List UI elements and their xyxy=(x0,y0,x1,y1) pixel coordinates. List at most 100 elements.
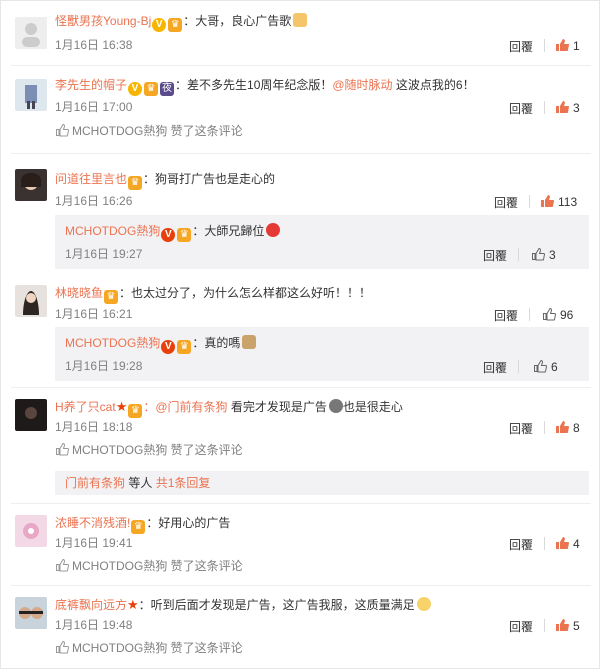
comment-content: 看完才发现是广告 xyxy=(227,400,327,414)
thumbs-up-outline-icon xyxy=(534,359,547,373)
smiling-emoji-icon xyxy=(416,597,431,611)
username[interactable]: 林晓晓鱼 xyxy=(55,286,103,300)
comment-content: ：大哥，良心广告歌 xyxy=(183,14,292,28)
like-button[interactable]: 113 xyxy=(540,194,577,209)
member-icon: ♛ xyxy=(168,18,183,32)
nested-reply: MCHOTDOG熱狗 V ♛ ：真的嗎 1月16日 19:28 回覆 6 xyxy=(55,327,589,381)
member-icon: ♛ xyxy=(177,340,192,354)
comment-time: 1月16日 16:26 xyxy=(55,194,133,208)
author-liked: MCHOTDOG熱狗 赞了这条评论 xyxy=(55,122,243,139)
divider xyxy=(529,195,530,208)
like-button[interactable]: 96 xyxy=(542,307,573,322)
comment-text: 底裤飘向远方★：听到后面才发现是广告，这广告我服，这质量满足 xyxy=(55,597,431,613)
liked-by-text: MCHOTDOG熱狗 赞了这条评论 xyxy=(72,443,243,457)
username[interactable]: 问道往里言也 xyxy=(55,172,127,186)
comment-item: 怪獸男孩Young-Bj V ♛ ：大哥，良心广告歌 1月16日 16:38 回覆 1 xyxy=(11,9,591,57)
username[interactable]: 门前有条狗 xyxy=(65,476,125,490)
username[interactable]: 李先生的帽子 xyxy=(55,78,127,92)
comment-time: 1月16日 19:27 xyxy=(65,247,143,261)
mention-link[interactable]: @随时脉动 xyxy=(332,78,392,92)
like-button[interactable]: 8 xyxy=(555,420,580,435)
comment-content: ：好用心的广告 xyxy=(146,516,231,530)
username[interactable]: MCHOTDOG熱狗 xyxy=(65,336,160,350)
verified-icon: V xyxy=(161,228,176,242)
more-replies-link[interactable]: 共1条回复 xyxy=(156,476,211,490)
reply-button[interactable]: 回覆 xyxy=(494,194,518,211)
member-icon: ♛ xyxy=(177,228,192,242)
thumbs-up-outline-icon xyxy=(56,123,69,137)
member-icon: ♛ xyxy=(144,82,159,96)
avatar[interactable] xyxy=(15,17,47,49)
divider xyxy=(518,248,519,261)
more-replies-bar[interactable]: 门前有条狗 等人 共1条回复 xyxy=(55,471,589,495)
comment-item: 底裤飘向远方★：听到后面才发现是广告，这广告我服，这质量满足 1月16日 19:… xyxy=(11,591,591,661)
comment-text: 怪獸男孩Young-Bj V ♛ ：大哥，良心广告歌 xyxy=(55,13,308,32)
thumbs-up-outline-icon xyxy=(56,640,69,654)
divider xyxy=(11,153,591,154)
thumbs-up-emoji-icon xyxy=(293,13,308,27)
reply-button[interactable]: 回覆 xyxy=(483,359,507,376)
member-icon: ♛ xyxy=(104,290,119,304)
username[interactable]: 浓睡不消残酒! xyxy=(55,516,130,530)
reply-button[interactable]: 回覆 xyxy=(509,100,533,117)
comment-content: ：大師兄歸位 xyxy=(192,224,265,238)
like-count: 96 xyxy=(560,308,574,322)
username[interactable]: 怪獸男孩Young-Bj xyxy=(55,14,151,28)
mention-link[interactable]: ：@门前有条狗 xyxy=(143,400,227,414)
divider xyxy=(544,619,545,632)
username[interactable]: 底裤飘向远方 xyxy=(55,598,127,612)
avatar[interactable] xyxy=(15,515,47,547)
avatar[interactable] xyxy=(15,169,47,201)
reply-button[interactable]: 回覆 xyxy=(509,618,533,635)
like-count: 5 xyxy=(573,619,580,633)
liked-by-text: MCHOTDOG熱狗 赞了这条评论 xyxy=(72,124,243,138)
doge-emoji-icon xyxy=(242,335,257,349)
comment-text: 林晓晓鱼 ♛ ：也太过分了，为什么怎么样都这么好听！！！ xyxy=(55,285,371,304)
thumbs-up-outline-icon xyxy=(543,307,556,321)
avatar[interactable] xyxy=(15,597,47,629)
comment-text: MCHOTDOG熱狗 V ♛ ：真的嗎 xyxy=(65,335,257,354)
reply-button[interactable]: 回覆 xyxy=(509,38,533,55)
liked-by-text: MCHOTDOG熱狗 赞了这条评论 xyxy=(72,559,243,573)
like-count: 8 xyxy=(573,421,580,435)
username[interactable]: MCHOTDOG熱狗 xyxy=(65,224,160,238)
divider xyxy=(544,537,545,550)
reply-button[interactable]: 回覆 xyxy=(509,420,533,437)
comment-text: 李先生的帽子 V ♛ 夜：差不多先生10周年纪念版！@随时脉动 这波点我的6！ xyxy=(55,77,475,96)
like-count: 113 xyxy=(558,195,578,209)
comment-content: ：听到后面才发现是广告，这广告我服，这质量满足 xyxy=(138,598,415,612)
thumbs-up-outline-icon xyxy=(56,558,69,572)
like-button[interactable]: 4 xyxy=(555,536,580,551)
comment-content: 也是很走心 xyxy=(342,400,403,414)
liked-by-text: MCHOTDOG熱狗 赞了这条评论 xyxy=(72,641,243,655)
comment-list: 怪獸男孩Young-Bj V ♛ ：大哥，良心广告歌 1月16日 16:38 回覆 1… xyxy=(0,0,600,669)
divider xyxy=(11,387,591,388)
comment-time: 1月16日 19:48 xyxy=(55,618,133,632)
comment-time: 1月16日 16:38 xyxy=(55,38,133,52)
thumbs-up-icon xyxy=(541,195,554,207)
comment-time: 1月16日 19:41 xyxy=(55,536,133,550)
avatar[interactable] xyxy=(15,399,47,431)
comment-time: 1月16日 16:21 xyxy=(55,307,133,321)
divider xyxy=(518,360,519,373)
like-button[interactable]: 3 xyxy=(531,247,556,262)
avatar[interactable] xyxy=(15,79,47,111)
more-replies-text: 等人 xyxy=(125,476,156,490)
like-button[interactable]: 6 xyxy=(533,359,558,374)
like-count: 4 xyxy=(573,537,580,551)
divider xyxy=(11,503,591,504)
like-button[interactable]: 5 xyxy=(555,618,580,633)
divider xyxy=(11,585,591,586)
nested-reply: MCHOTDOG熱狗 V ♛ ：大師兄歸位 1月16日 19:27 回覆 3 xyxy=(55,215,589,269)
avatar[interactable] xyxy=(15,285,47,317)
comment-content: 这波点我的6！ xyxy=(392,78,475,92)
reply-button[interactable]: 回覆 xyxy=(494,307,518,324)
like-count: 3 xyxy=(549,248,556,262)
username[interactable]: H养了只cat xyxy=(55,400,116,414)
like-button[interactable]: 3 xyxy=(555,100,580,115)
author-liked: MCHOTDOG熱狗 赞了这条评论 xyxy=(55,441,243,458)
comment-content: ：狗哥打广告也是走心的 xyxy=(143,172,276,186)
reply-button[interactable]: 回覆 xyxy=(483,247,507,264)
like-button[interactable]: 1 xyxy=(555,38,580,53)
reply-button[interactable]: 回覆 xyxy=(509,536,533,553)
